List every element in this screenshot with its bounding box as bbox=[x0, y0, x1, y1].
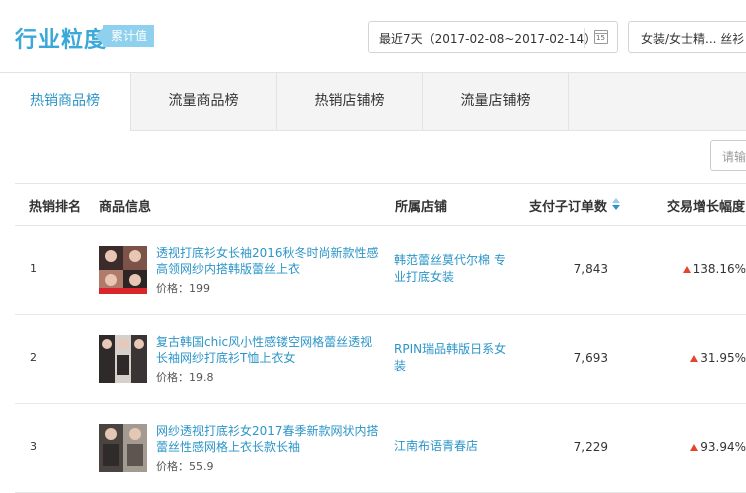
arrow-up-icon bbox=[690, 355, 699, 362]
product-thumbnail[interactable] bbox=[99, 424, 147, 472]
shop-name-link[interactable]: RPIN瑞品韩版日系女装 bbox=[394, 341, 514, 375]
header-product: 商品信息 bbox=[99, 200, 152, 215]
shop-name-link[interactable]: 江南布语青春店 bbox=[394, 438, 514, 455]
header-growth[interactable]: 交易增长幅度 bbox=[667, 196, 745, 215]
product-name-link[interactable]: 网纱透视打底衫女2017春季新款网状内搭蕾丝性感网格上衣长款长袖 bbox=[156, 423, 382, 455]
tab-traffic-products[interactable]: 流量商品榜 bbox=[131, 73, 277, 130]
divider bbox=[584, 28, 585, 48]
rank-number: 2 bbox=[30, 351, 37, 364]
table-row: 1 透视打底衫女长袖2016秋冬时尚新款性感高领网纱内搭韩版蕾丝上衣 价格：19… bbox=[15, 225, 746, 315]
growth-text: 93.94% bbox=[700, 440, 746, 454]
price-value: 19.8 bbox=[189, 371, 214, 384]
calendar-icon[interactable]: 15 bbox=[594, 30, 608, 44]
growth-value: 93.94% bbox=[690, 440, 746, 454]
price-label: 价格： bbox=[156, 282, 189, 295]
table-header: 热销排名 商品信息 所属店铺 支付子订单数 交易增长幅度 bbox=[15, 183, 746, 226]
product-name-link[interactable]: 复古韩国chic风小性感镂空网格蕾丝透视长袖网纱打底衫T恤上衣女 bbox=[156, 334, 382, 366]
tab-hot-products[interactable]: 热销商品榜 bbox=[0, 73, 131, 131]
order-count: 7,843 bbox=[573, 262, 608, 276]
arrow-up-icon bbox=[682, 266, 691, 273]
growth-text: 31.95% bbox=[700, 351, 746, 365]
tab-traffic-shops[interactable]: 流量店铺榜 bbox=[423, 73, 569, 130]
order-count: 7,693 bbox=[573, 351, 608, 365]
order-count: 7,229 bbox=[573, 440, 608, 454]
category-select[interactable]: 女装/女士精... 丝衫 bbox=[628, 21, 746, 53]
price-label: 价格： bbox=[156, 460, 189, 473]
table-row: 3 网纱透视打底衫女2017春季新款网状内搭蕾丝性感网格上衣长款长袖 价格：55… bbox=[15, 403, 746, 493]
shop-name-link[interactable]: 韩范蕾丝莫代尔棉 专业打底女装 bbox=[394, 252, 514, 286]
date-range-picker[interactable]: 最近7天（2017-02-08~2017-02-14） 15 bbox=[368, 21, 618, 53]
calendar-day: 15 bbox=[596, 34, 605, 42]
header-orders[interactable]: 支付子订单数 bbox=[529, 196, 607, 215]
sort-icon[interactable] bbox=[612, 198, 620, 210]
search-input[interactable]: 请输入 bbox=[710, 140, 746, 171]
date-range-text: 最近7天（2017-02-08~2017-02-14） bbox=[379, 32, 597, 46]
product-name-link[interactable]: 透视打底衫女长袖2016秋冬时尚新款性感高领网纱内搭韩版蕾丝上衣 bbox=[156, 245, 382, 277]
product-thumbnail[interactable] bbox=[99, 246, 147, 294]
price-value: 199 bbox=[189, 282, 210, 295]
table-row: 2 复古韩国chic风小性感镂空网格蕾丝透视长袖网纱打底衫T恤上衣女 价格：19… bbox=[15, 314, 746, 404]
category-text: 女装/女士精... 丝衫 bbox=[641, 32, 745, 46]
header-shop: 所属店铺 bbox=[395, 200, 448, 215]
price-value: 55.9 bbox=[189, 460, 214, 473]
growth-value: 31.95% bbox=[690, 351, 746, 365]
rank-number: 3 bbox=[30, 440, 37, 453]
page-title: 行业粒度 bbox=[15, 28, 108, 53]
rank-number: 1 bbox=[30, 262, 37, 275]
arrow-up-icon bbox=[690, 444, 699, 451]
tab-hot-shops[interactable]: 热销店铺榜 bbox=[277, 73, 423, 130]
growth-value: 138.16% bbox=[682, 262, 746, 276]
header-rank: 热销排名 bbox=[29, 200, 82, 215]
price-label: 价格： bbox=[156, 371, 189, 384]
tab-bar: 热销商品榜 流量商品榜 热销店铺榜 流量店铺榜 bbox=[0, 72, 746, 131]
cumulative-badge[interactable]: 累计值 bbox=[94, 25, 155, 47]
growth-text: 138.16% bbox=[692, 262, 746, 276]
product-thumbnail[interactable] bbox=[99, 335, 147, 383]
